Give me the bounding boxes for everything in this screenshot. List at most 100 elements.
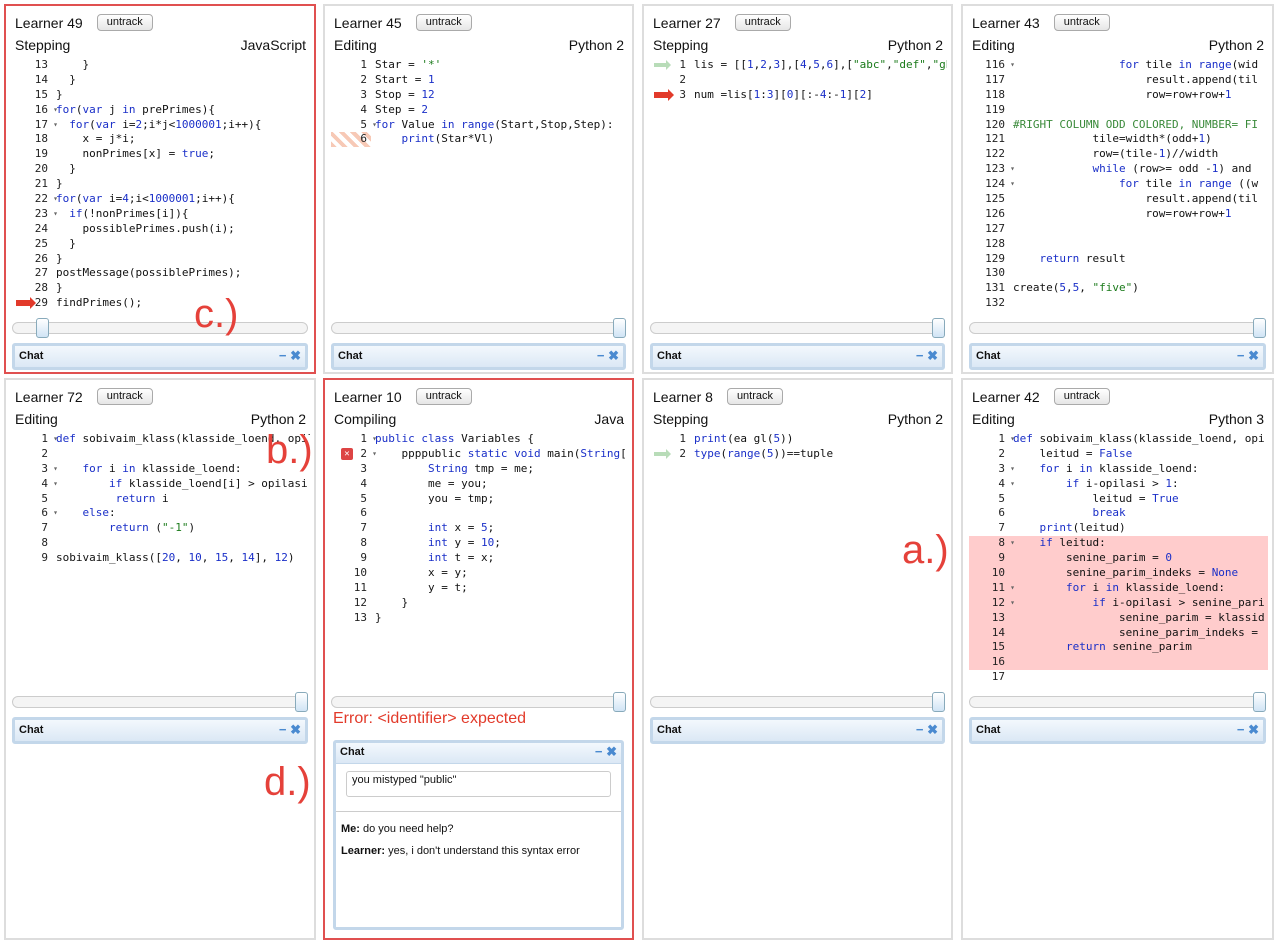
gutter[interactable]: 24 bbox=[12, 222, 52, 237]
chat-bar[interactable]: Chat − ✖ bbox=[331, 343, 626, 370]
untrack-button[interactable]: untrack bbox=[415, 14, 472, 31]
close-icon[interactable]: ✖ bbox=[1248, 348, 1259, 363]
gutter[interactable]: 2 bbox=[969, 447, 1009, 462]
step-slider[interactable] bbox=[331, 318, 626, 338]
untrack-button[interactable]: untrack bbox=[96, 14, 153, 31]
gutter[interactable]: 28 bbox=[12, 281, 52, 296]
untrack-button[interactable]: untrack bbox=[1053, 14, 1110, 31]
gutter[interactable]: 1 ▾ bbox=[331, 432, 377, 447]
slider-thumb[interactable] bbox=[1253, 692, 1266, 712]
gutter[interactable]: 125 bbox=[969, 192, 1009, 207]
gutter[interactable]: 20 bbox=[12, 162, 52, 177]
gutter[interactable]: 25 bbox=[12, 237, 52, 252]
gutter[interactable]: 3 ▾ bbox=[969, 462, 1015, 477]
gutter[interactable]: 15 bbox=[969, 640, 1009, 655]
gutter[interactable]: 10 bbox=[969, 566, 1009, 581]
gutter[interactable]: 13 bbox=[12, 58, 52, 73]
gutter[interactable]: 130 bbox=[969, 266, 1009, 281]
gutter[interactable]: 5 ▾ bbox=[331, 118, 377, 133]
gutter[interactable]: 22 ▾ bbox=[12, 192, 58, 207]
gutter[interactable]: 5 bbox=[969, 492, 1009, 507]
close-icon[interactable]: ✖ bbox=[290, 722, 301, 737]
gutter[interactable]: 9 bbox=[969, 551, 1009, 566]
chat-bar[interactable]: Chat − ✖ bbox=[12, 343, 308, 370]
gutter[interactable]: 27 bbox=[12, 266, 52, 281]
gutter[interactable]: 3 bbox=[650, 88, 690, 103]
gutter[interactable]: 4 bbox=[331, 103, 371, 118]
gutter[interactable]: 129 bbox=[969, 252, 1009, 267]
gutter[interactable]: 1 ▾ bbox=[12, 432, 58, 447]
gutter[interactable]: 1 bbox=[650, 432, 690, 447]
gutter[interactable]: 6 bbox=[331, 506, 371, 521]
gutter[interactable]: 17 bbox=[969, 670, 1009, 684]
step-slider[interactable] bbox=[650, 318, 945, 338]
gutter[interactable]: 118 bbox=[969, 88, 1009, 103]
chat-bar[interactable]: Chat − ✖ bbox=[12, 717, 308, 744]
step-slider[interactable] bbox=[12, 692, 308, 712]
close-icon[interactable]: ✖ bbox=[608, 348, 619, 363]
slider-thumb[interactable] bbox=[613, 692, 626, 712]
gutter[interactable]: 4 ▾ bbox=[969, 477, 1015, 492]
code-editor[interactable]: 116 ▾ for tile in range(wid 117 result.app… bbox=[969, 58, 1268, 310]
gutter[interactable]: 3 bbox=[331, 88, 371, 103]
gutter[interactable]: 16 ▾ bbox=[12, 103, 58, 118]
step-slider[interactable] bbox=[331, 692, 626, 712]
gutter[interactable]: 1 bbox=[331, 58, 371, 73]
minimize-icon[interactable]: − bbox=[279, 722, 287, 737]
gutter[interactable]: 21 bbox=[12, 177, 52, 192]
chat-bar[interactable]: Chat − ✖ bbox=[650, 343, 945, 370]
gutter[interactable]: 13 bbox=[331, 611, 371, 626]
chat-bar[interactable]: Chat − ✖ bbox=[969, 343, 1266, 370]
untrack-button[interactable]: untrack bbox=[734, 14, 791, 31]
minimize-icon[interactable]: − bbox=[597, 348, 605, 363]
gutter[interactable]: 126 bbox=[969, 207, 1009, 222]
gutter[interactable]: 5 bbox=[12, 492, 52, 507]
slider-thumb[interactable] bbox=[295, 692, 308, 712]
close-icon[interactable]: ✖ bbox=[927, 722, 938, 737]
gutter[interactable]: 6 ▾ bbox=[12, 506, 58, 521]
gutter[interactable]: 13 bbox=[969, 611, 1009, 626]
slider-thumb[interactable] bbox=[1253, 318, 1266, 338]
gutter[interactable]: 116 ▾ bbox=[969, 58, 1015, 73]
chat-input[interactable]: you mistyped "public" bbox=[346, 771, 611, 797]
gutter[interactable]: 128 bbox=[969, 237, 1009, 252]
gutter[interactable]: 9 bbox=[331, 551, 371, 566]
gutter[interactable]: 4 ▾ bbox=[12, 477, 58, 492]
minimize-icon[interactable]: − bbox=[595, 744, 603, 759]
minimize-icon[interactable]: − bbox=[916, 722, 924, 737]
gutter[interactable]: 117 bbox=[969, 73, 1009, 88]
gutter[interactable]: 121 bbox=[969, 132, 1009, 147]
untrack-button[interactable]: untrack bbox=[1053, 388, 1110, 405]
gutter[interactable]: 8 bbox=[12, 536, 52, 551]
gutter[interactable]: 7 bbox=[969, 521, 1009, 536]
code-editor[interactable]: 13 } 14 } 15} 16 ▾ for(var j in prePrimes){17… bbox=[12, 58, 310, 310]
gutter[interactable]: 23 ▾ bbox=[12, 207, 58, 222]
chat-bar[interactable]: Chat − ✖ bbox=[969, 717, 1266, 744]
close-icon[interactable]: ✖ bbox=[1248, 722, 1259, 737]
gutter[interactable]: 18 bbox=[12, 132, 52, 147]
slider-thumb[interactable] bbox=[36, 318, 50, 338]
gutter[interactable]: 11 ▾ bbox=[969, 581, 1015, 596]
code-editor[interactable]: 1 Star = '*' 2 Start = 1 3 Stop = 12 4 Step = 2… bbox=[331, 58, 628, 310]
untrack-button[interactable]: untrack bbox=[726, 388, 784, 405]
gutter[interactable]: 8 ▾ bbox=[969, 536, 1015, 551]
gutter[interactable]: 119 bbox=[969, 103, 1009, 118]
gutter[interactable]: 10 bbox=[331, 566, 371, 581]
gutter[interactable]: 123 ▾ bbox=[969, 162, 1015, 177]
close-icon[interactable]: ✖ bbox=[606, 744, 617, 759]
gutter[interactable]: 3 bbox=[331, 462, 371, 477]
chat-bar[interactable]: Chat − ✖ bbox=[650, 717, 945, 744]
gutter[interactable]: 1 ▾ bbox=[969, 432, 1015, 447]
gutter[interactable]: 26 bbox=[12, 252, 52, 267]
gutter[interactable]: ✕ 2 ▾ bbox=[331, 447, 377, 462]
gutter[interactable]: 11 bbox=[331, 581, 371, 596]
gutter[interactable]: 2 bbox=[331, 73, 371, 88]
slider-thumb[interactable] bbox=[932, 692, 945, 712]
gutter[interactable]: 6 bbox=[969, 506, 1009, 521]
gutter[interactable]: 122 bbox=[969, 147, 1009, 162]
gutter[interactable]: 7 bbox=[12, 521, 52, 536]
gutter[interactable]: 29 bbox=[12, 296, 52, 310]
untrack-button[interactable]: untrack bbox=[415, 388, 472, 405]
slider-thumb[interactable] bbox=[932, 318, 945, 338]
gutter[interactable]: 1 bbox=[650, 58, 690, 73]
